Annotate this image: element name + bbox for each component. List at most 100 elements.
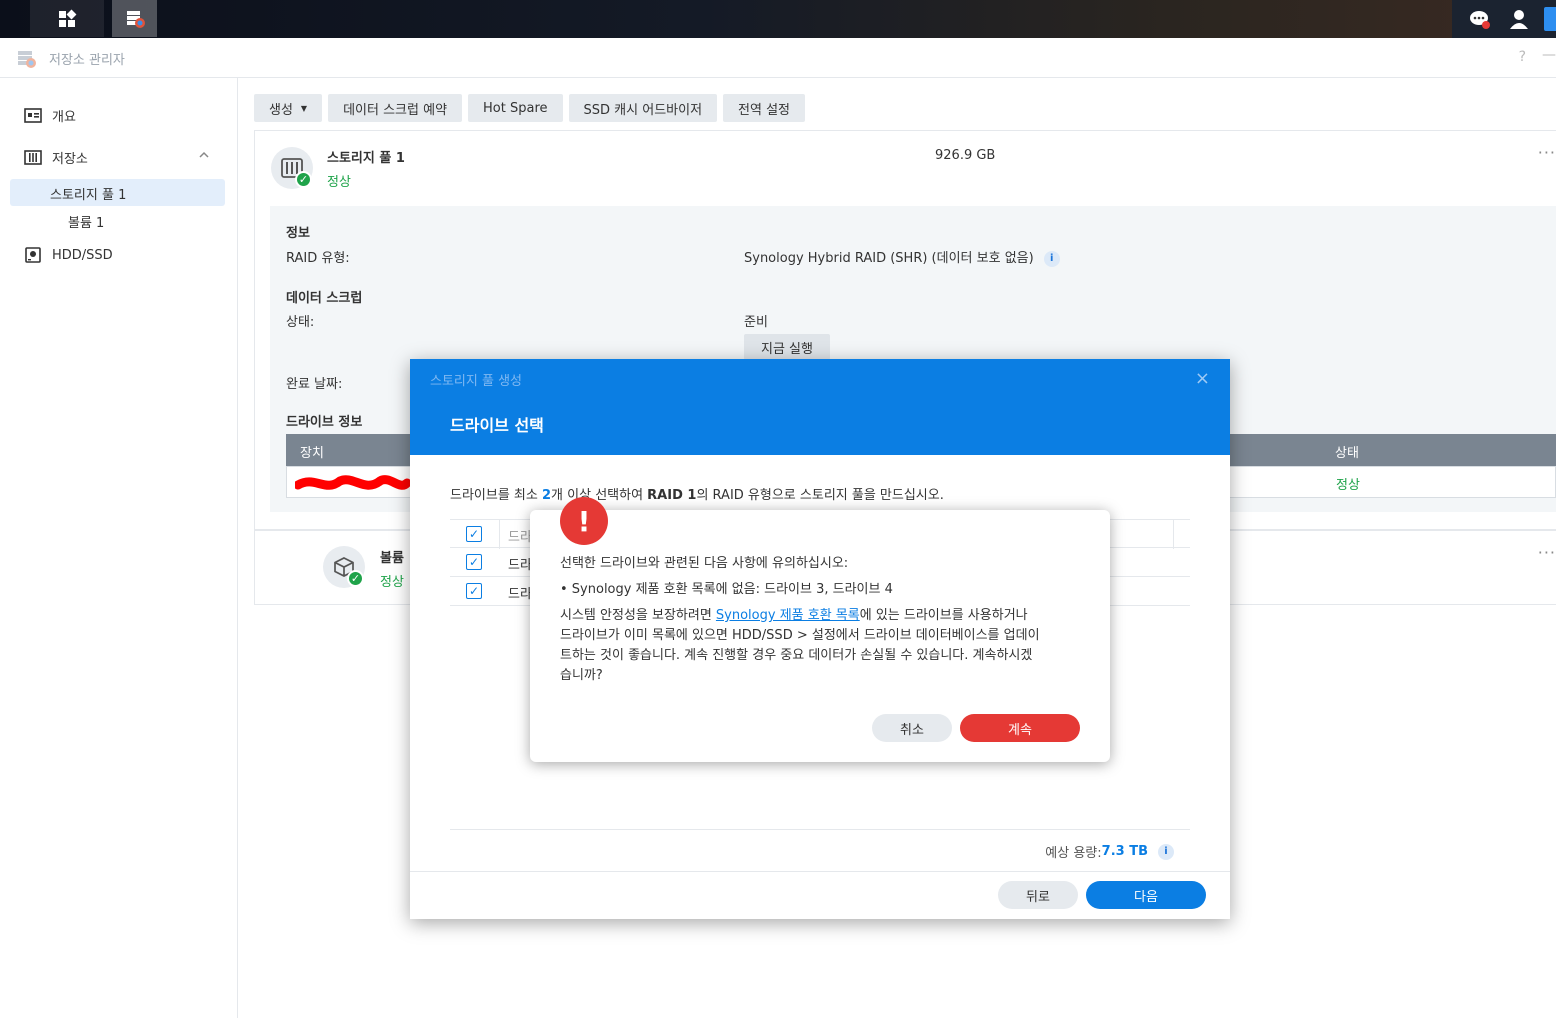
redaction-scribble bbox=[295, 475, 410, 490]
pool-status: 정상 bbox=[327, 175, 351, 190]
storage-manager-taskbar-button[interactable] bbox=[112, 0, 157, 37]
sidebar-item-storage-pool-1[interactable]: 스토리지 풀 1 bbox=[50, 184, 126, 203]
sidebar: 개요 저장소 스토리지 풀 1 볼륨 1 HDD/SSD bbox=[0, 78, 238, 1018]
drive-checkbox[interactable]: ✓ bbox=[466, 583, 482, 599]
alert-text: 시스템 안정성을 보장하려면 bbox=[560, 608, 716, 623]
divider bbox=[410, 871, 1230, 872]
desc-text: 드라이브를 최소 bbox=[450, 488, 542, 503]
wizard-header: 스토리지 풀 생성 × 드라이브 선택 bbox=[410, 359, 1230, 455]
volume-status: 정상 bbox=[380, 575, 404, 590]
continue-button[interactable]: 계속 bbox=[960, 714, 1080, 742]
col-device: 장치 bbox=[300, 446, 324, 461]
sidebar-item-label: 볼륨 1 bbox=[68, 216, 105, 231]
taskbar-tray bbox=[1452, 0, 1556, 38]
raid-type-text: Synology Hybrid RAID (SHR) (데이터 보호 없음) bbox=[744, 251, 1034, 266]
sidebar-item-hdd-ssd[interactable]: HDD/SSD bbox=[24, 247, 113, 263]
storage-manager-app-icon bbox=[16, 48, 38, 74]
sidebar-item-label: 개요 bbox=[52, 110, 76, 125]
divider bbox=[450, 829, 1190, 830]
raid-type-value: Synology Hybrid RAID (SHR) (데이터 보호 없음) i bbox=[744, 247, 1060, 267]
wizard-subtitle: 스토리지 풀 생성 bbox=[430, 374, 522, 389]
scrub-heading: 데이터 스크럽 bbox=[286, 291, 363, 306]
col-drive: 드라 bbox=[508, 530, 532, 545]
alert-paragraph: 시스템 안정성을 보장하려면 Synology 제품 호환 목록에 있는 드라이… bbox=[560, 606, 1040, 686]
storage-icon bbox=[24, 150, 42, 166]
grid-icon bbox=[59, 9, 77, 27]
col-status: 상태 bbox=[1335, 446, 1359, 461]
wizard-title: 드라이브 선택 bbox=[450, 416, 544, 435]
alert-text: 습니까? bbox=[560, 668, 603, 683]
chevron-up-icon[interactable] bbox=[198, 149, 210, 164]
estimated-capacity: 예상 용량: 7.3 TB i bbox=[1045, 842, 1174, 861]
storage-pool-icon: ✓ bbox=[271, 147, 313, 189]
info-icon[interactable]: i bbox=[1158, 843, 1174, 860]
ssd-advisor-button[interactable]: SSD 캐시 어드바이저 bbox=[568, 94, 718, 122]
check-icon: ✓ bbox=[295, 171, 312, 188]
desc-raid: RAID 1 bbox=[647, 488, 697, 503]
completed-date-label: 완료 날짜: bbox=[286, 377, 343, 392]
alert-bullet: • Synology 제품 호환 목록에 없음: 드라이브 3, 드라이브 4 bbox=[560, 582, 893, 597]
drive-checkbox[interactable]: ✓ bbox=[466, 554, 482, 570]
warning-icon: ! bbox=[560, 497, 608, 545]
help-button[interactable]: ? bbox=[1519, 49, 1526, 65]
back-button[interactable]: 뒤로 bbox=[998, 881, 1078, 909]
toolbar: 생성 ▼ 데이터 스크럽 예약 Hot Spare SSD 캐시 어드바이저 전… bbox=[254, 94, 806, 122]
info-heading: 정보 bbox=[286, 226, 310, 241]
sidebar-item-label: HDD/SSD bbox=[52, 247, 113, 263]
drive-name: 드라 bbox=[508, 558, 532, 573]
alert-text: 드라이브가 이미 목록에 있으면 HDD/SSD > 설정에서 드라이브 데이터… bbox=[560, 628, 1040, 643]
alert-text: 트하는 것이 좋습니다. 계속 진행할 경우 중요 데이터가 손실될 수 있습니… bbox=[560, 648, 1033, 663]
wizard-description: 드라이브를 최소 2개 이상 선택하여 RAID 1의 RAID 유형으로 스토… bbox=[450, 484, 944, 503]
drive-status: 정상 bbox=[1336, 478, 1360, 493]
capacity-label: 예상 용량: bbox=[1045, 846, 1102, 861]
sidebar-item-label: 저장소 bbox=[52, 152, 88, 167]
window-titlebar: 저장소 관리자 ? — bbox=[0, 38, 1556, 78]
raid-type-label: RAID 유형: bbox=[286, 251, 350, 266]
drive-info-heading: 드라이브 정보 bbox=[286, 415, 363, 430]
check-icon: ✓ bbox=[347, 570, 364, 587]
storage-manager-icon bbox=[126, 10, 145, 28]
scrub-schedule-button[interactable]: 데이터 스크럽 예약 bbox=[328, 94, 463, 122]
user-icon[interactable] bbox=[1507, 7, 1531, 31]
notification-icon[interactable] bbox=[1468, 7, 1492, 31]
create-button[interactable]: 생성 ▼ bbox=[254, 94, 323, 122]
alert-intro: 선택한 드라이브와 관련된 다음 사항에 유의하십시오: bbox=[560, 556, 849, 571]
minimize-button[interactable]: — bbox=[1542, 47, 1556, 63]
global-settings-button[interactable]: 전역 설정 bbox=[723, 94, 806, 122]
capacity-value: 7.3 TB bbox=[1101, 844, 1148, 859]
desc-min-count: 2 bbox=[542, 488, 552, 503]
drive-name: 드라 bbox=[508, 587, 532, 602]
taskbar bbox=[0, 0, 1556, 38]
sidebar-item-volume-1[interactable]: 볼륨 1 bbox=[68, 212, 104, 231]
hot-spare-button[interactable]: Hot Spare bbox=[468, 94, 563, 122]
close-icon[interactable]: × bbox=[1195, 368, 1210, 389]
main-menu-button[interactable] bbox=[30, 0, 104, 37]
run-now-button[interactable]: 지금 실행 bbox=[744, 334, 830, 360]
alert-text: 에 있는 드라이브를 사용하거나 bbox=[859, 608, 1028, 623]
caret-down-icon: ▼ bbox=[300, 103, 308, 113]
create-label: 생성 bbox=[269, 102, 293, 118]
window-title: 저장소 관리자 bbox=[49, 53, 125, 68]
info-icon[interactable]: i bbox=[1043, 250, 1060, 267]
volume-icon: ✓ bbox=[323, 546, 365, 588]
compatibility-list-link[interactable]: Synology 제품 호환 목록 bbox=[716, 608, 860, 623]
scrub-state-value: 준비 bbox=[744, 315, 768, 330]
volume-name: 볼륨 bbox=[380, 551, 404, 566]
widget-icon[interactable] bbox=[1544, 7, 1556, 31]
sidebar-item-label: 스토리지 풀 1 bbox=[50, 188, 127, 203]
pool-size: 926.9 GB bbox=[935, 148, 996, 163]
compatibility-warning-dialog: ! 선택한 드라이브와 관련된 다음 사항에 유의하십시오: • Synolog… bbox=[530, 497, 1110, 762]
next-button[interactable]: 다음 bbox=[1086, 881, 1206, 909]
pool-more-icon[interactable]: ··· bbox=[1538, 143, 1556, 162]
sidebar-item-overview[interactable]: 개요 bbox=[24, 106, 76, 125]
hdd-icon bbox=[24, 247, 42, 263]
desc-text: 의 RAID 유형으로 스토리지 풀을 만드십시오. bbox=[696, 488, 944, 503]
pool-name: 스토리지 풀 1 bbox=[327, 151, 405, 166]
sidebar-item-storage[interactable]: 저장소 bbox=[24, 148, 88, 167]
scrub-state-label: 상태: bbox=[286, 315, 315, 330]
cancel-button[interactable]: 취소 bbox=[872, 714, 952, 742]
select-all-checkbox[interactable]: ✓ bbox=[466, 526, 482, 542]
volume-more-icon[interactable]: ··· bbox=[1538, 543, 1556, 562]
overview-icon bbox=[24, 108, 42, 124]
desc-text: 개 이상 선택하여 bbox=[551, 488, 648, 503]
